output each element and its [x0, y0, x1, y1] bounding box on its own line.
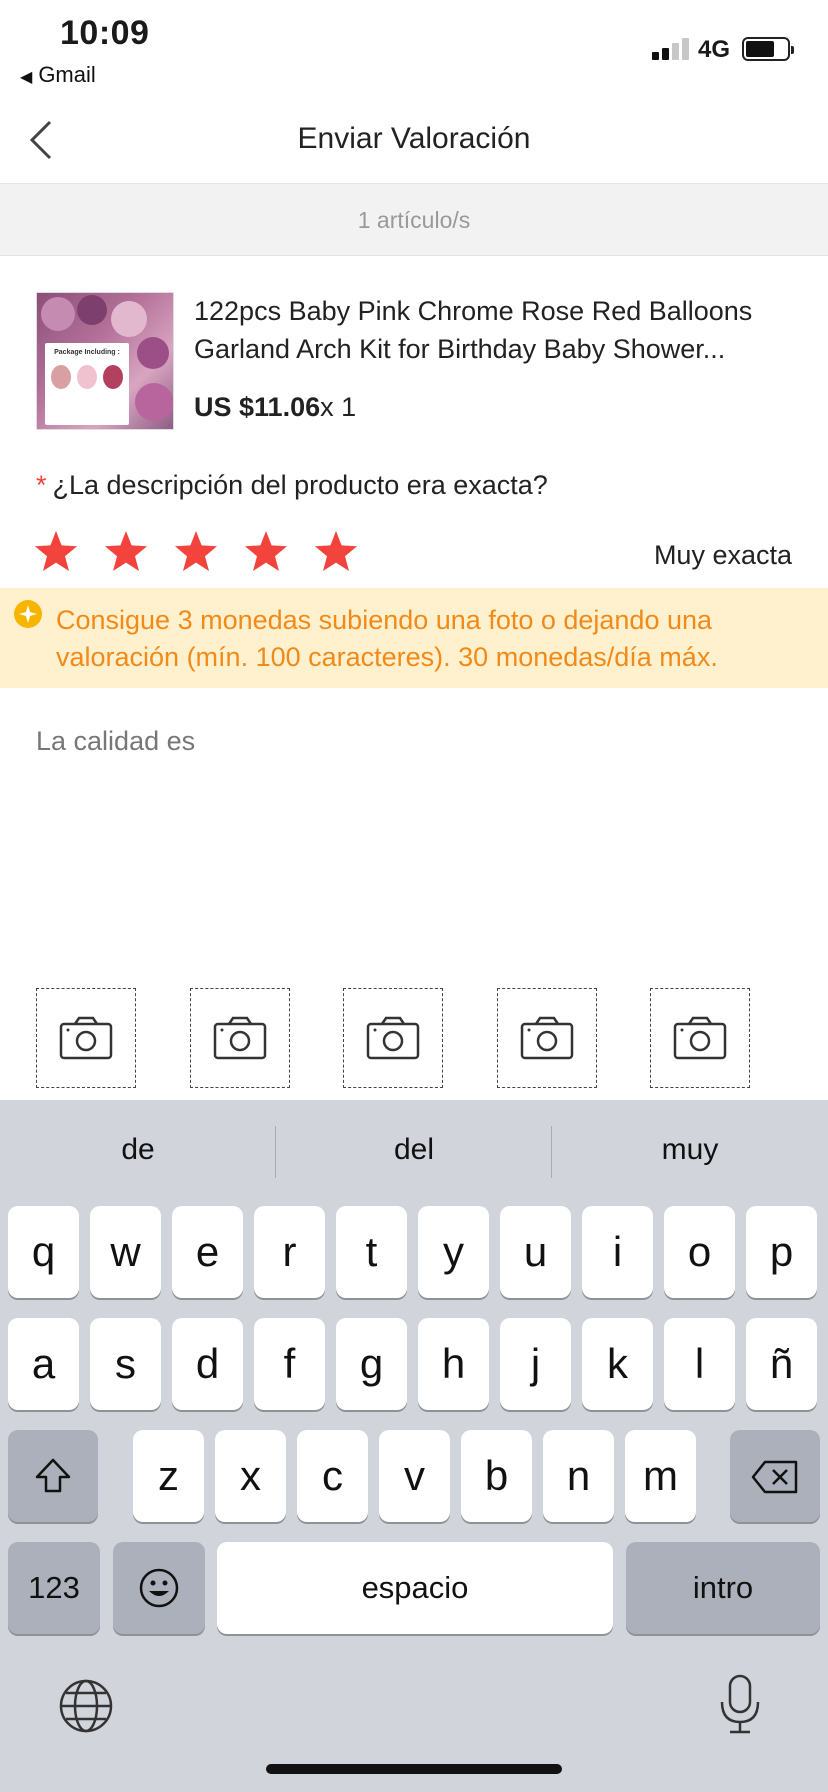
emoji-icon	[139, 1568, 179, 1608]
required-mark: *	[36, 470, 47, 500]
key[interactable]: b	[461, 1430, 532, 1522]
key[interactable]: a	[8, 1318, 79, 1410]
battery-icon	[742, 37, 794, 61]
camera-icon	[59, 1016, 113, 1060]
numbers-key[interactable]: 123	[8, 1542, 100, 1634]
star-icon-1[interactable]	[34, 530, 78, 572]
thumb-card: Package Including :	[45, 343, 129, 425]
suggestion-bar: de del muy	[0, 1100, 828, 1200]
key[interactable]: z	[133, 1430, 204, 1522]
key[interactable]: x	[215, 1430, 286, 1522]
camera-icon	[520, 1016, 574, 1060]
star-icon-5[interactable]	[314, 530, 358, 572]
space-key[interactable]: espacio	[217, 1542, 613, 1634]
question-text: ¿La descripción del producto era exacta?	[52, 470, 548, 500]
keyboard: de del muy q w e r t y u i o p a s d f g…	[0, 1100, 828, 1792]
suggestion-2[interactable]: del	[276, 1100, 552, 1200]
items-count: 1 artículo/s	[0, 184, 828, 256]
return-key[interactable]: intro	[626, 1542, 820, 1634]
key[interactable]: y	[418, 1206, 489, 1298]
accuracy-question: * ¿La descripción del producto era exacta…	[36, 470, 548, 501]
review-textarea[interactable]: La calidad es	[36, 726, 796, 926]
key[interactable]: n	[543, 1430, 614, 1522]
product-image[interactable]: Package Including :	[36, 292, 174, 430]
key[interactable]: v	[379, 1430, 450, 1522]
key[interactable]: e	[172, 1206, 243, 1298]
suggestion-1[interactable]: de	[0, 1100, 276, 1200]
network-type: 4G	[698, 36, 731, 63]
key[interactable]: s	[90, 1318, 161, 1410]
dictation-key[interactable]	[716, 1674, 764, 1736]
key[interactable]: d	[172, 1318, 243, 1410]
status-bar: 10:09 ◀ Gmail 4G	[0, 0, 828, 100]
add-photo-button-2[interactable]	[190, 988, 290, 1088]
coins-promo-banner: Consigue 3 monedas subiendo una foto o d…	[0, 588, 828, 688]
back-app-label: Gmail	[38, 62, 96, 87]
back-to-app-link[interactable]: ◀ Gmail	[20, 62, 96, 88]
key[interactable]: ñ	[746, 1318, 817, 1410]
home-indicator	[266, 1764, 562, 1774]
product-title[interactable]: 122pcs Baby Pink Chrome Rose Red Balloon…	[194, 292, 794, 368]
key[interactable]: h	[418, 1318, 489, 1410]
star-icon-3[interactable]	[174, 530, 218, 572]
key[interactable]: c	[297, 1430, 368, 1522]
star-icon-4[interactable]	[244, 530, 288, 572]
key[interactable]: p	[746, 1206, 817, 1298]
key[interactable]: t	[336, 1206, 407, 1298]
globe-key[interactable]	[58, 1678, 114, 1734]
page-title: Enviar Valoración	[297, 122, 531, 155]
price-value: US $11.06	[194, 392, 321, 422]
signal-icon	[652, 36, 692, 60]
microphone-icon	[720, 1674, 760, 1734]
key[interactable]: w	[90, 1206, 161, 1298]
backspace-key[interactable]	[730, 1430, 820, 1522]
camera-icon	[673, 1016, 727, 1060]
add-photo-button-3[interactable]	[343, 988, 443, 1088]
key[interactable]: k	[582, 1318, 653, 1410]
quantity: x 1	[320, 392, 357, 422]
key[interactable]: j	[500, 1318, 571, 1410]
add-photo-button-5[interactable]	[650, 988, 750, 1088]
key[interactable]: f	[254, 1318, 325, 1410]
suggestion-3[interactable]: muy	[552, 1100, 828, 1200]
globe-icon	[59, 1679, 113, 1733]
key[interactable]: q	[8, 1206, 79, 1298]
photo-upload-row	[36, 988, 796, 1088]
key[interactable]: l	[664, 1318, 735, 1410]
add-photo-button-4[interactable]	[497, 988, 597, 1088]
emoji-key[interactable]	[113, 1542, 205, 1634]
key[interactable]: r	[254, 1206, 325, 1298]
promo-text: Consigue 3 monedas subiendo una foto o d…	[56, 605, 718, 672]
shift-icon	[35, 1458, 71, 1493]
key[interactable]: i	[582, 1206, 653, 1298]
key[interactable]: m	[625, 1430, 696, 1522]
product-price: US $11.06x 1	[194, 392, 356, 423]
sparkle-coin-icon	[14, 600, 42, 628]
product-summary: Package Including : 122pcs Baby Pink Chr…	[0, 256, 828, 446]
star-icon-2[interactable]	[104, 530, 148, 572]
key[interactable]: g	[336, 1318, 407, 1410]
rating-label: Muy exacta	[653, 540, 792, 570]
shift-key[interactable]	[8, 1430, 98, 1522]
key[interactable]: u	[500, 1206, 571, 1298]
key[interactable]: o	[664, 1206, 735, 1298]
thumb-label: Package Including :	[54, 349, 120, 356]
add-photo-button-1[interactable]	[36, 988, 136, 1088]
back-triangle-icon: ◀	[20, 69, 33, 86]
backspace-icon	[751, 1460, 798, 1494]
camera-icon	[366, 1016, 420, 1060]
nav-bar: Enviar Valoración	[0, 100, 828, 184]
status-time: 10:09	[60, 14, 150, 52]
camera-icon	[213, 1016, 267, 1060]
